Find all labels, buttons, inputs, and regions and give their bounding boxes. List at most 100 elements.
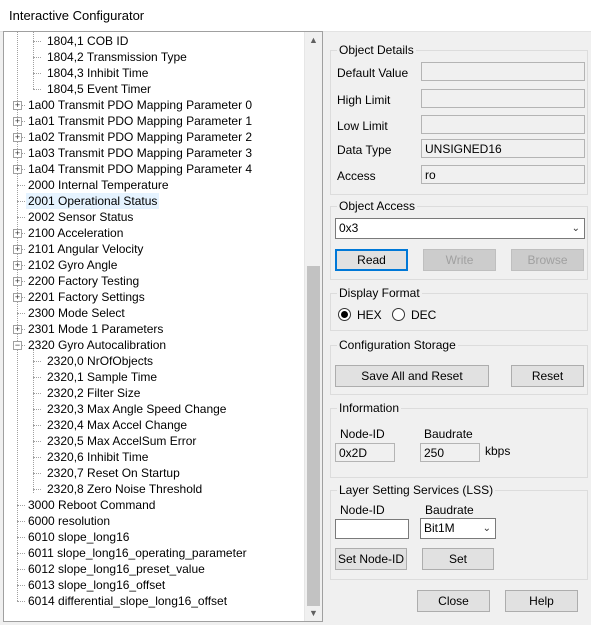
tree-item[interactable]: 2320,8 Zero Noise Threshold bbox=[4, 481, 304, 497]
expand-icon[interactable]: + bbox=[13, 165, 22, 174]
tree-item-label: 2320,2 Filter Size bbox=[47, 386, 141, 400]
tree-item[interactable]: +2201 Factory Settings bbox=[4, 289, 304, 305]
scroll-down-arrow-icon[interactable]: ▼ bbox=[305, 605, 322, 621]
tree-item[interactable]: +2102 Gyro Angle bbox=[4, 257, 304, 273]
tree-item[interactable]: 6010 slope_long16 bbox=[4, 529, 304, 545]
tree-item[interactable]: 2320,7 Reset On Startup bbox=[4, 465, 304, 481]
lss-node-id-input[interactable] bbox=[335, 519, 409, 539]
hex-radio[interactable] bbox=[338, 308, 351, 321]
expand-icon[interactable]: + bbox=[13, 277, 22, 286]
tree-item[interactable]: 6014 differential_slope_long16_offset bbox=[4, 593, 304, 609]
object-index-select[interactable]: 0x3 ⌄ bbox=[335, 218, 585, 239]
tree-item-label: 2320,3 Max Angle Speed Change bbox=[47, 402, 227, 416]
tree-item[interactable]: +1a03 Transmit PDO Mapping Parameter 3 bbox=[4, 145, 304, 161]
title-bar: Interactive Configurator bbox=[0, 0, 591, 32]
tree-item-label: 2101 Angular Velocity bbox=[28, 242, 144, 256]
tree-item[interactable]: 2320,0 NrOfObjects bbox=[4, 353, 304, 369]
tree-item-label: 1804,5 Event Timer bbox=[47, 82, 152, 96]
tree-item[interactable]: 2320,3 Max Angle Speed Change bbox=[4, 401, 304, 417]
tree-item[interactable]: +1a02 Transmit PDO Mapping Parameter 2 bbox=[4, 129, 304, 145]
expand-icon[interactable]: + bbox=[13, 149, 22, 158]
dec-radio[interactable] bbox=[392, 308, 405, 321]
object-tree[interactable]: ▲ ▼ 1804,1 COB ID 1804,2 Transmission Typ… bbox=[3, 31, 323, 622]
expand-icon[interactable]: + bbox=[13, 101, 22, 110]
low-limit-field bbox=[421, 115, 585, 134]
tree-guide-line bbox=[33, 409, 41, 410]
default-value-label: Default Value bbox=[337, 66, 409, 80]
write-button[interactable]: Write bbox=[423, 249, 496, 271]
tree-item-label: 1804,1 COB ID bbox=[47, 34, 129, 48]
collapse-icon[interactable]: − bbox=[13, 341, 22, 350]
tree-item-label: 1a01 Transmit PDO Mapping Parameter 1 bbox=[28, 114, 253, 128]
tree-item-label: 2320,1 Sample Time bbox=[47, 370, 158, 384]
lss-baudrate-select[interactable]: Bit1M ⌄ bbox=[420, 518, 496, 539]
info-node-id-field: 0x2D bbox=[335, 443, 395, 462]
tree-item[interactable]: +2301 Mode 1 Parameters bbox=[4, 321, 304, 337]
expand-icon[interactable]: + bbox=[13, 245, 22, 254]
expand-icon[interactable]: + bbox=[13, 325, 22, 334]
tree-item[interactable]: +1a04 Transmit PDO Mapping Parameter 4 bbox=[4, 161, 304, 177]
tree-item-label: 1804,3 Inhibit Time bbox=[47, 66, 149, 80]
expand-icon[interactable]: + bbox=[13, 261, 22, 270]
close-button[interactable]: Close bbox=[417, 590, 490, 612]
info-baudrate-field: 250 bbox=[420, 443, 480, 462]
tree-scrollbar[interactable]: ▲ ▼ bbox=[304, 32, 322, 621]
set-button[interactable]: Set bbox=[422, 548, 494, 570]
scroll-thumb[interactable] bbox=[307, 266, 320, 606]
expand-icon[interactable]: + bbox=[13, 229, 22, 238]
tree-item[interactable]: 2320,1 Sample Time bbox=[4, 369, 304, 385]
tree-item-label: 2320,5 Max AccelSum Error bbox=[47, 434, 197, 448]
tree-item-label: 2200 Factory Testing bbox=[28, 274, 140, 288]
tree-item[interactable]: 6012 slope_long16_preset_value bbox=[4, 561, 304, 577]
tree-item[interactable]: 2320,5 Max AccelSum Error bbox=[4, 433, 304, 449]
tree-guide-line bbox=[33, 41, 41, 42]
tree-item-label: 1804,2 Transmission Type bbox=[47, 50, 187, 64]
tree-item-label: 6010 slope_long16 bbox=[28, 530, 130, 544]
tree-item[interactable]: +2100 Acceleration bbox=[4, 225, 304, 241]
tree-item[interactable]: 3000 Reboot Command bbox=[4, 497, 304, 513]
tree-item[interactable]: 2000 Internal Temperature bbox=[4, 177, 304, 193]
tree-item-label: 6012 slope_long16_preset_value bbox=[28, 562, 205, 576]
tree-item[interactable]: 1804,2 Transmission Type bbox=[4, 49, 304, 65]
expand-icon[interactable]: + bbox=[13, 133, 22, 142]
expand-icon[interactable]: + bbox=[13, 293, 22, 302]
tree-item[interactable]: +1a01 Transmit PDO Mapping Parameter 1 bbox=[4, 113, 304, 129]
reset-button[interactable]: Reset bbox=[511, 365, 584, 387]
tree-item[interactable]: 1804,1 COB ID bbox=[4, 33, 304, 49]
tree-item[interactable]: 2320,6 Inhibit Time bbox=[4, 449, 304, 465]
dec-label[interactable]: DEC bbox=[411, 308, 436, 322]
help-button[interactable]: Help bbox=[505, 590, 578, 612]
tree-item[interactable]: 2002 Sensor Status bbox=[4, 209, 304, 225]
tree-item[interactable]: 6000 resolution bbox=[4, 513, 304, 529]
tree-item-label: 2320,0 NrOfObjects bbox=[47, 354, 154, 368]
read-button[interactable]: Read bbox=[335, 249, 408, 271]
tree-item[interactable]: 1804,3 Inhibit Time bbox=[4, 65, 304, 81]
tree-item[interactable]: 2320,4 Max Accel Change bbox=[4, 417, 304, 433]
tree-item[interactable]: 2001 Operational Status bbox=[4, 193, 304, 209]
tree-guide-line bbox=[17, 217, 25, 218]
access-field: ro bbox=[421, 165, 585, 184]
expand-icon[interactable]: + bbox=[13, 117, 22, 126]
tree-item[interactable]: +2101 Angular Velocity bbox=[4, 241, 304, 257]
tree-item[interactable]: 6013 slope_long16_offset bbox=[4, 577, 304, 593]
tree-guide-line bbox=[33, 361, 41, 362]
tree-item[interactable]: 6011 slope_long16_operating_parameter bbox=[4, 545, 304, 561]
scroll-up-arrow-icon[interactable]: ▲ bbox=[305, 32, 322, 48]
object-index-value: 0x3 bbox=[339, 221, 359, 235]
browse-button[interactable]: Browse bbox=[511, 249, 584, 271]
tree-item[interactable]: 2320,2 Filter Size bbox=[4, 385, 304, 401]
window-title: Interactive Configurator bbox=[9, 8, 145, 23]
access-label: Access bbox=[337, 169, 376, 183]
tree-item[interactable]: −2320 Gyro Autocalibration bbox=[4, 337, 304, 353]
tree-item[interactable]: +1a00 Transmit PDO Mapping Parameter 0 bbox=[4, 97, 304, 113]
hex-label[interactable]: HEX bbox=[357, 308, 382, 322]
tree-guide-line bbox=[33, 473, 41, 474]
chevron-down-icon: ⌄ bbox=[482, 523, 491, 534]
save-all-and-reset-button[interactable]: Save All and Reset bbox=[335, 365, 489, 387]
tree-item[interactable]: 1804,5 Event Timer bbox=[4, 81, 304, 97]
info-node-id-label: Node-ID bbox=[340, 427, 385, 441]
tree-item[interactable]: +2200 Factory Testing bbox=[4, 273, 304, 289]
tree-item-label: 2001 Operational Status bbox=[26, 193, 160, 209]
tree-item[interactable]: 2300 Mode Select bbox=[4, 305, 304, 321]
set-node-id-button[interactable]: Set Node-ID bbox=[335, 548, 407, 570]
